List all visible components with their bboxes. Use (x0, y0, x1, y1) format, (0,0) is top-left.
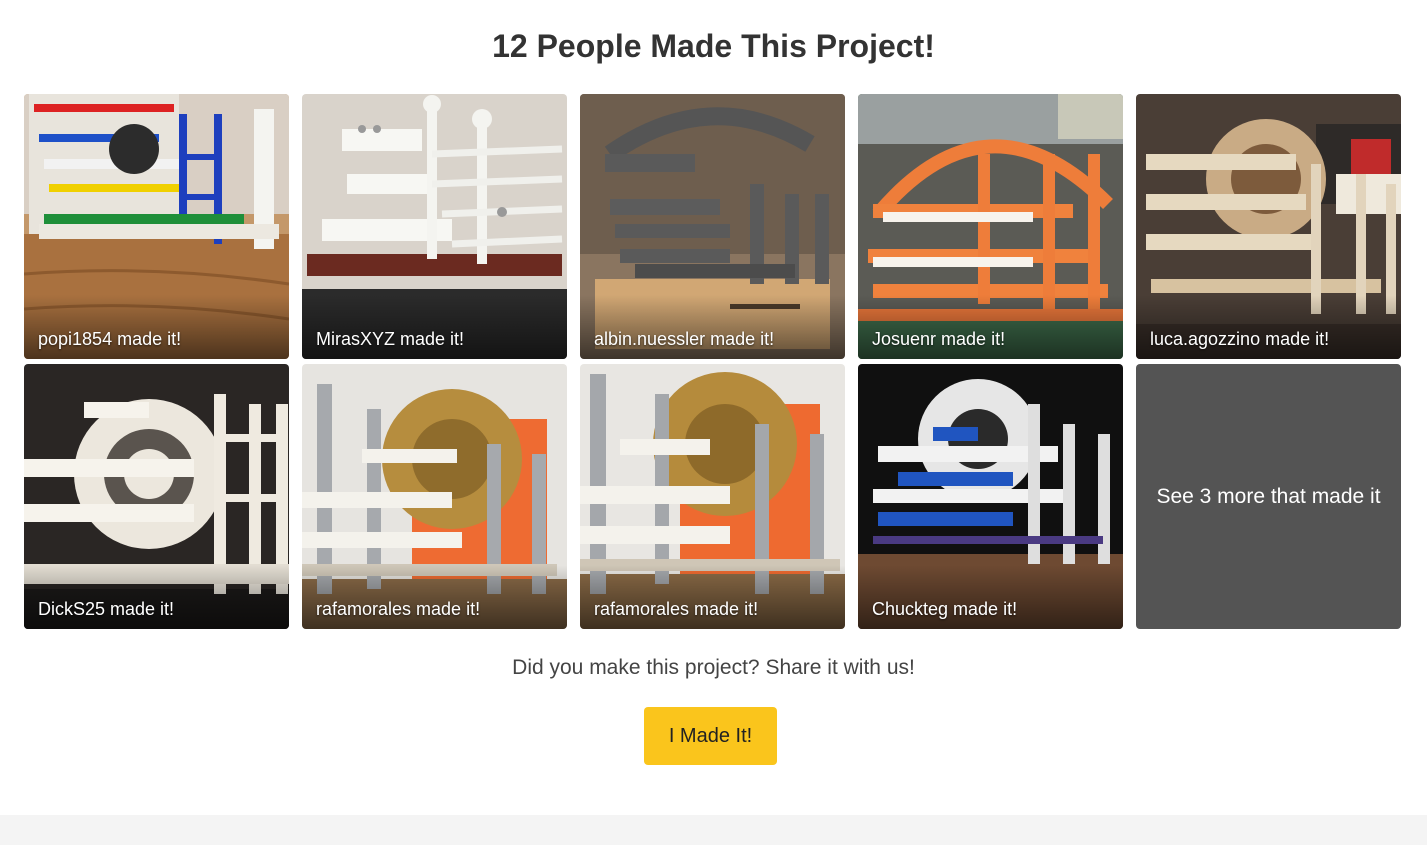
tile-caption: luca.agozzino made it! (1150, 329, 1330, 349)
tile-caption: DickS25 made it! (38, 599, 175, 619)
made-it-tile[interactable]: popi1854 made it! (24, 94, 289, 359)
see-more-label: See 3 more that made it (1156, 484, 1381, 508)
made-it-tile[interactable]: rafamorales made it! (580, 364, 845, 629)
tile-caption: popi1854 made it! (38, 329, 182, 349)
made-it-tile[interactable]: DickS25 made it! (24, 364, 289, 629)
made-it-tile[interactable]: albin.nuessler made it! (580, 94, 845, 359)
tile-caption: Josuenr made it! (872, 329, 1006, 349)
made-it-tile[interactable]: MirasXYZ made it! (302, 94, 567, 359)
tile-caption: rafamorales made it! (316, 599, 481, 619)
made-it-gallery: popi1854 made it! MirasXYZ made it! albi… (24, 94, 1401, 629)
footer-band (0, 815, 1427, 845)
i-made-it-button[interactable]: I Made It! (644, 707, 777, 765)
see-more-button[interactable]: See 3 more that made it (1136, 364, 1401, 629)
made-it-tile[interactable]: luca.agozzino made it! (1136, 94, 1401, 359)
made-it-tile[interactable]: Chuckteg made it! (858, 364, 1123, 629)
tile-caption: Chuckteg made it! (872, 599, 1018, 619)
tile-caption: MirasXYZ made it! (316, 329, 465, 349)
made-it-tile[interactable]: rafamorales made it! (302, 364, 567, 629)
tile-caption: albin.nuessler made it! (594, 329, 775, 349)
made-it-tile[interactable]: Josuenr made it! (858, 94, 1123, 359)
share-prompt: Did you make this project? Share it with… (512, 656, 915, 679)
section-title: 12 People Made This Project! (492, 28, 935, 64)
tile-caption: rafamorales made it! (594, 599, 759, 619)
